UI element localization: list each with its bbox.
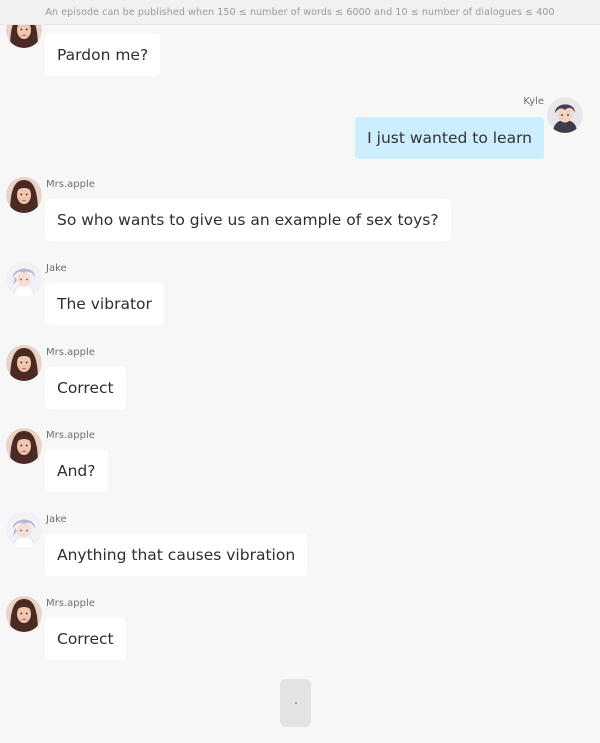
message-bubble[interactable]: Correct: [45, 618, 126, 660]
mrs-apple-avatar[interactable]: [6, 596, 42, 632]
speaker-name: Mrs.apple: [46, 598, 95, 609]
kyle-avatar[interactable]: [547, 97, 583, 133]
speaker-name: Jake: [46, 514, 67, 525]
message-bubble[interactable]: I just wanted to learn: [355, 117, 544, 159]
message-bubble[interactable]: Anything that causes vibration: [45, 534, 308, 576]
dot-icon: [294, 702, 297, 704]
speaker-name: Jake: [46, 263, 67, 274]
publish-requirements-notice: An episode can be published when 150 ≤ n…: [0, 0, 600, 25]
speaker-name: Mrs.apple: [46, 179, 95, 190]
message-bubble[interactable]: The vibrator: [45, 283, 164, 325]
message-bubble[interactable]: And?: [45, 450, 108, 492]
add-dialogue-button[interactable]: [280, 679, 311, 727]
speaker-name: Mrs.apple: [46, 347, 95, 358]
mrs-apple-avatar[interactable]: [6, 428, 42, 464]
message-bubble[interactable]: Pardon me?: [45, 34, 161, 76]
jake-avatar[interactable]: [6, 261, 42, 297]
message-bubble[interactable]: Correct: [45, 367, 126, 409]
message-bubble[interactable]: So who wants to give us an example of se…: [45, 199, 451, 241]
chat-log[interactable]: Pardon me? Kyle I just wanted to learn M…: [0, 0, 600, 743]
speaker-name: Kyle: [523, 96, 544, 107]
speaker-name: Mrs.apple: [46, 430, 95, 441]
mrs-apple-avatar[interactable]: [6, 345, 42, 381]
jake-avatar[interactable]: [6, 512, 42, 548]
chat-screen: Pardon me? Kyle I just wanted to learn M…: [0, 0, 600, 743]
mrs-apple-avatar[interactable]: [6, 177, 42, 213]
